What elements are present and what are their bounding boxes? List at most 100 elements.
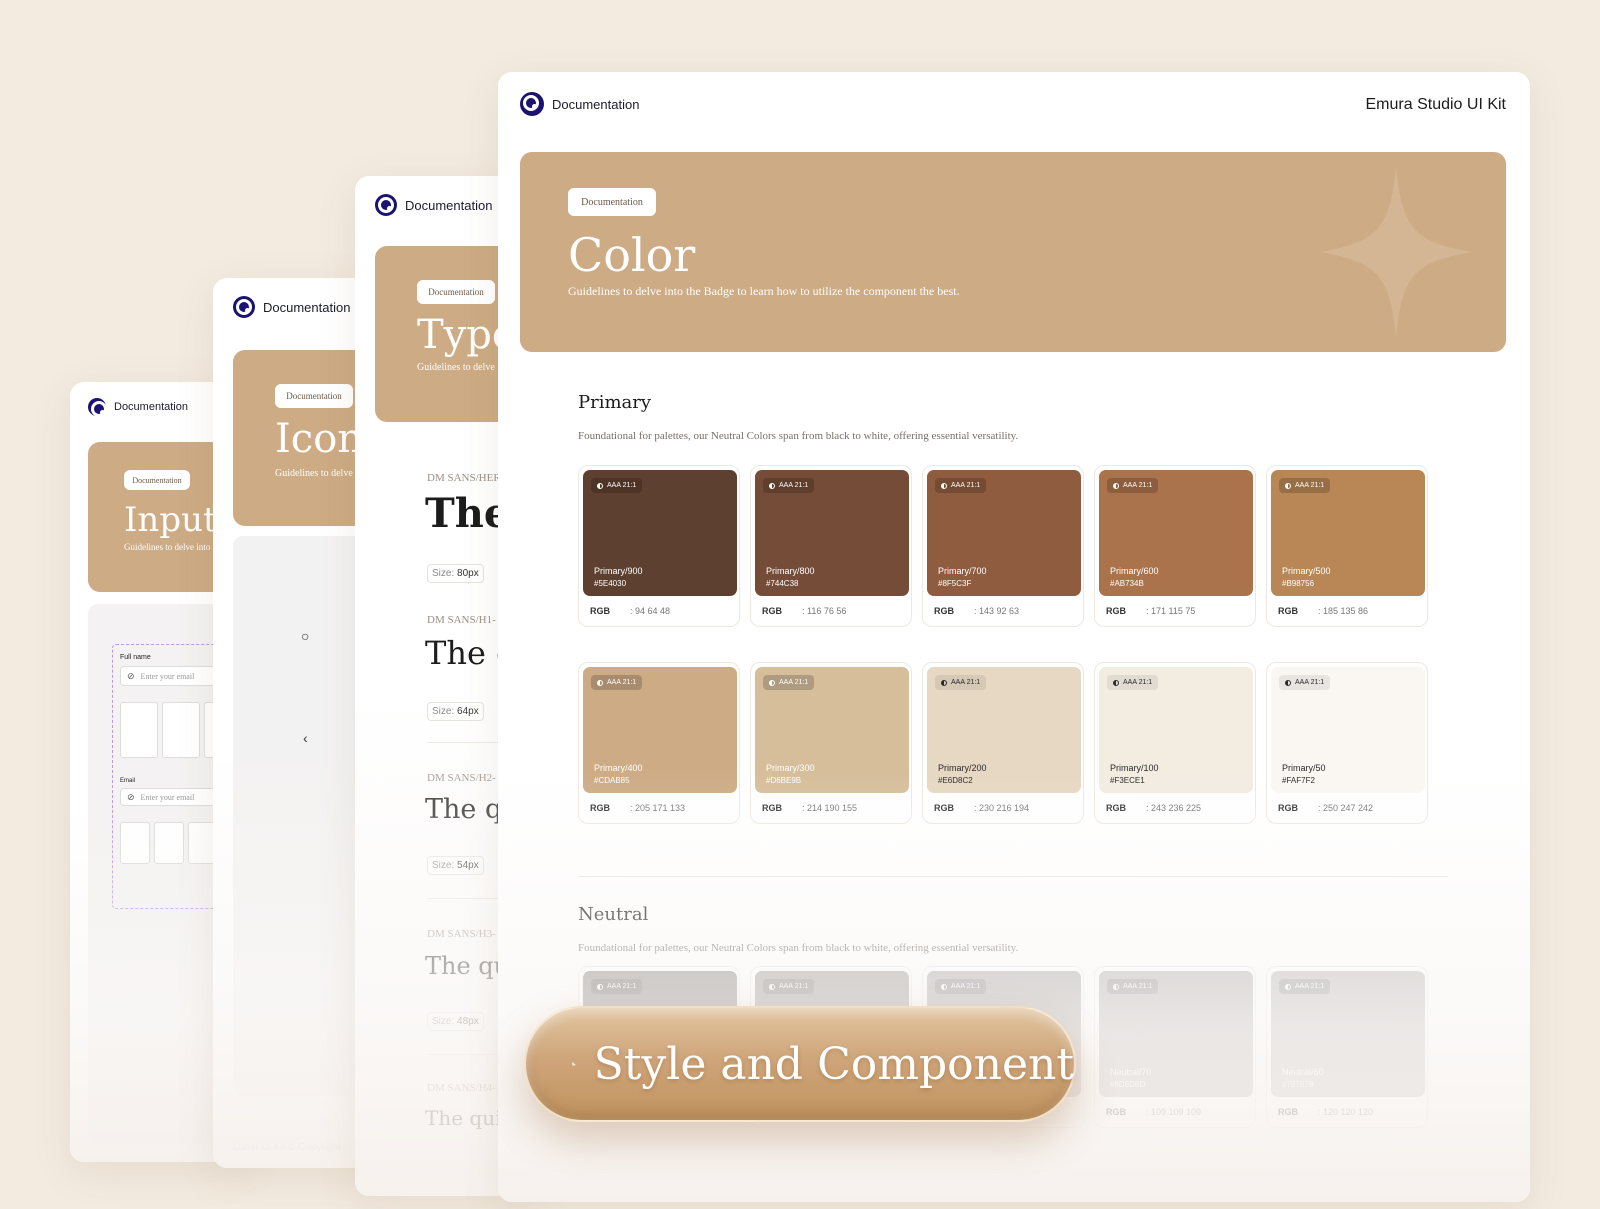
rgb-label: RGB — [590, 803, 610, 813]
color-swatch-card[interactable]: AAA 21:1 Neutral/70 #6D6D6D RGB: 109 109 10… — [1094, 966, 1256, 1128]
rgb-label: RGB — [1278, 606, 1298, 616]
rgb-value: : 230 216 194 — [974, 803, 1030, 813]
color-swatch-card[interactable]: AAA 21:1 Primary/900 #5E4030 RGB : 94 64 48 — [578, 465, 740, 627]
color-swatch: AAA 21:1 Primary/200 #E6D8C2 — [927, 667, 1081, 793]
type-row-label: DM SANS/H2- — [427, 772, 496, 784]
contrast-icon — [1285, 482, 1291, 489]
hero-title: Input — [124, 500, 217, 540]
hero-subtitle: Guidelines to delve into the Badge to le… — [568, 284, 960, 298]
rgb-value: : 109 109 109 — [1146, 1107, 1202, 1117]
swatch-hex: #5E4030 — [594, 579, 627, 588]
rgb-value: : 120 120 120 — [1318, 1107, 1374, 1117]
header-label: Documentation — [405, 197, 493, 213]
contrast-badge: AAA 21:1 — [935, 675, 987, 690]
contrast-label: AAA 21:1 — [607, 983, 637, 990]
header-label: Documentation — [552, 96, 640, 112]
color-swatch: AAA 21:1 Primary/900 #5E4030 — [583, 470, 737, 596]
contrast-icon — [1113, 482, 1119, 489]
swatch-name: Primary/800 — [766, 566, 815, 576]
color-swatch-card[interactable]: AAA 21:1 Neutral/60 #787878 RGB: 120 120 12… — [1266, 966, 1428, 1128]
rgb-value: : 250 247 242 — [1318, 803, 1374, 813]
swatch-hex: #E6D8C2 — [938, 776, 973, 785]
contrast-icon — [1113, 983, 1119, 990]
email-placeholder: Enter your email — [140, 792, 195, 802]
swatch-hex: #B98756 — [1282, 579, 1315, 588]
color-swatch-card[interactable]: AAA 21:1 Primary/200 #E6D8C2 RGB: 230 216 1… — [922, 662, 1084, 824]
hero-title: Icon — [275, 416, 364, 462]
swatch-hex: #FAF7F2 — [1282, 776, 1315, 785]
color-swatch-card[interactable]: AAA 21:1 Primary/500 #B98756 RGB: 185 135 8… — [1266, 465, 1428, 627]
color-swatch-card[interactable]: AAA 21:1 Primary/300 #D6BE9B RGB: 214 190 1… — [750, 662, 912, 824]
hero-badge: Documentation — [275, 384, 353, 408]
type-row-label: DM SANS/HERO — [427, 472, 509, 484]
full-name-label: Full name — [120, 654, 151, 661]
contrast-icon — [1285, 679, 1291, 686]
otp-box[interactable] — [162, 702, 200, 758]
size-chip: Size: 48px — [427, 1012, 484, 1031]
color-swatch-card[interactable]: AAA 21:1 Primary/800 #744C38 RGB: 116 76 56 — [750, 465, 912, 627]
contrast-label: AAA 21:1 — [1295, 482, 1325, 489]
rgb-label: RGB — [590, 606, 610, 616]
swatch-hex: #CDAB85 — [594, 776, 630, 785]
copyright-text: Lunar Ui Kit © Copyright — [233, 1142, 341, 1153]
contrast-label: AAA 21:1 — [951, 679, 981, 686]
rgb-label: RGB — [762, 606, 782, 616]
contrast-label: AAA 21:1 — [607, 679, 637, 686]
contrast-label: AAA 21:1 — [1123, 482, 1153, 489]
color-swatch-card[interactable]: AAA 21:1 Primary/400 #CDAB85 RGB: 205 171 1… — [578, 662, 740, 824]
primary-desc: Foundational for palettes, our Neutral C… — [578, 430, 1019, 442]
contrast-label: AAA 21:1 — [779, 482, 809, 489]
otp-box[interactable] — [154, 822, 184, 864]
style-and-component-button[interactable]: Style and Component — [524, 1006, 1076, 1122]
color-swatch-card[interactable]: AAA 21:1 Primary/100 #F3ECE1 RGB: 243 236 2… — [1094, 662, 1256, 824]
swatch-name: Neutral/60 — [1282, 1067, 1324, 1077]
header-label: Documentation — [263, 299, 351, 315]
sparkle-icon — [1320, 166, 1472, 338]
contrast-label: AAA 21:1 — [1295, 983, 1325, 990]
contrast-label: AAA 21:1 — [951, 482, 981, 489]
rgb-label: RGB — [934, 606, 954, 616]
contrast-label: AAA 21:1 — [607, 482, 637, 489]
card-header: Documentation — [88, 398, 188, 417]
otp-box[interactable] — [120, 822, 150, 864]
section-divider — [578, 876, 1448, 877]
rgb-value: : 243 236 225 — [1146, 803, 1202, 813]
eye-off-icon: ⊘ — [127, 670, 135, 681]
rgb-value: : 94 64 48 — [630, 606, 671, 616]
otp-box[interactable] — [120, 702, 158, 758]
color-swatch-card[interactable]: AAA 21:1 Primary/700 #8F5C3F RGB: 143 92 63 — [922, 465, 1084, 627]
rgb-label: RGB — [1106, 1107, 1126, 1117]
type-row-sample: The q — [425, 794, 503, 825]
swatch-name: Primary/500 — [1282, 566, 1331, 576]
contrast-badge: AAA 21:1 — [591, 675, 643, 690]
contrast-badge: AAA 21:1 — [763, 675, 815, 690]
color-hero: Documentation Color Guidelines to delve … — [520, 152, 1506, 352]
rgb-value: : 143 92 63 — [974, 606, 1020, 616]
contrast-icon — [941, 679, 947, 686]
contrast-badge: AAA 21:1 — [591, 478, 643, 493]
size-chip: Size: 80px — [427, 564, 484, 583]
swatch-hex: #6D6D6D — [1110, 1080, 1146, 1089]
hero-title: Color — [568, 228, 696, 282]
contrast-label: AAA 21:1 — [1295, 679, 1325, 686]
contrast-icon — [597, 679, 603, 686]
primary-title: Primary — [578, 392, 652, 413]
full-name-placeholder: Enter your email — [140, 671, 195, 681]
contrast-icon — [1113, 679, 1119, 686]
swatch-hex: #F3ECE1 — [1110, 776, 1145, 785]
rgb-label: RGB — [1106, 803, 1126, 813]
rgb-label: RGB — [762, 803, 782, 813]
contrast-icon — [1285, 983, 1291, 990]
card-header: Documentation — [520, 92, 639, 116]
brand-name: Emura Studio UI Kit — [1365, 96, 1507, 113]
contrast-badge: AAA 21:1 — [763, 979, 815, 994]
cta-label: Style and Component — [593, 1038, 1074, 1090]
contrast-badge: AAA 21:1 — [935, 478, 987, 493]
swatch-hex: #D6BE9B — [766, 776, 802, 785]
swatch-name: Primary/300 — [766, 763, 815, 773]
swatch-hex: #787878 — [1282, 1080, 1314, 1089]
color-swatch-card[interactable]: AAA 21:1 Primary/50 #FAF7F2 RGB: 250 247 24… — [1266, 662, 1428, 824]
color-swatch-card[interactable]: AAA 21:1 Primary/600 #AB734B RGB: 171 115 7… — [1094, 465, 1256, 627]
hero-badge: Documentation — [124, 470, 190, 490]
contrast-badge: AAA 21:1 — [591, 979, 643, 994]
